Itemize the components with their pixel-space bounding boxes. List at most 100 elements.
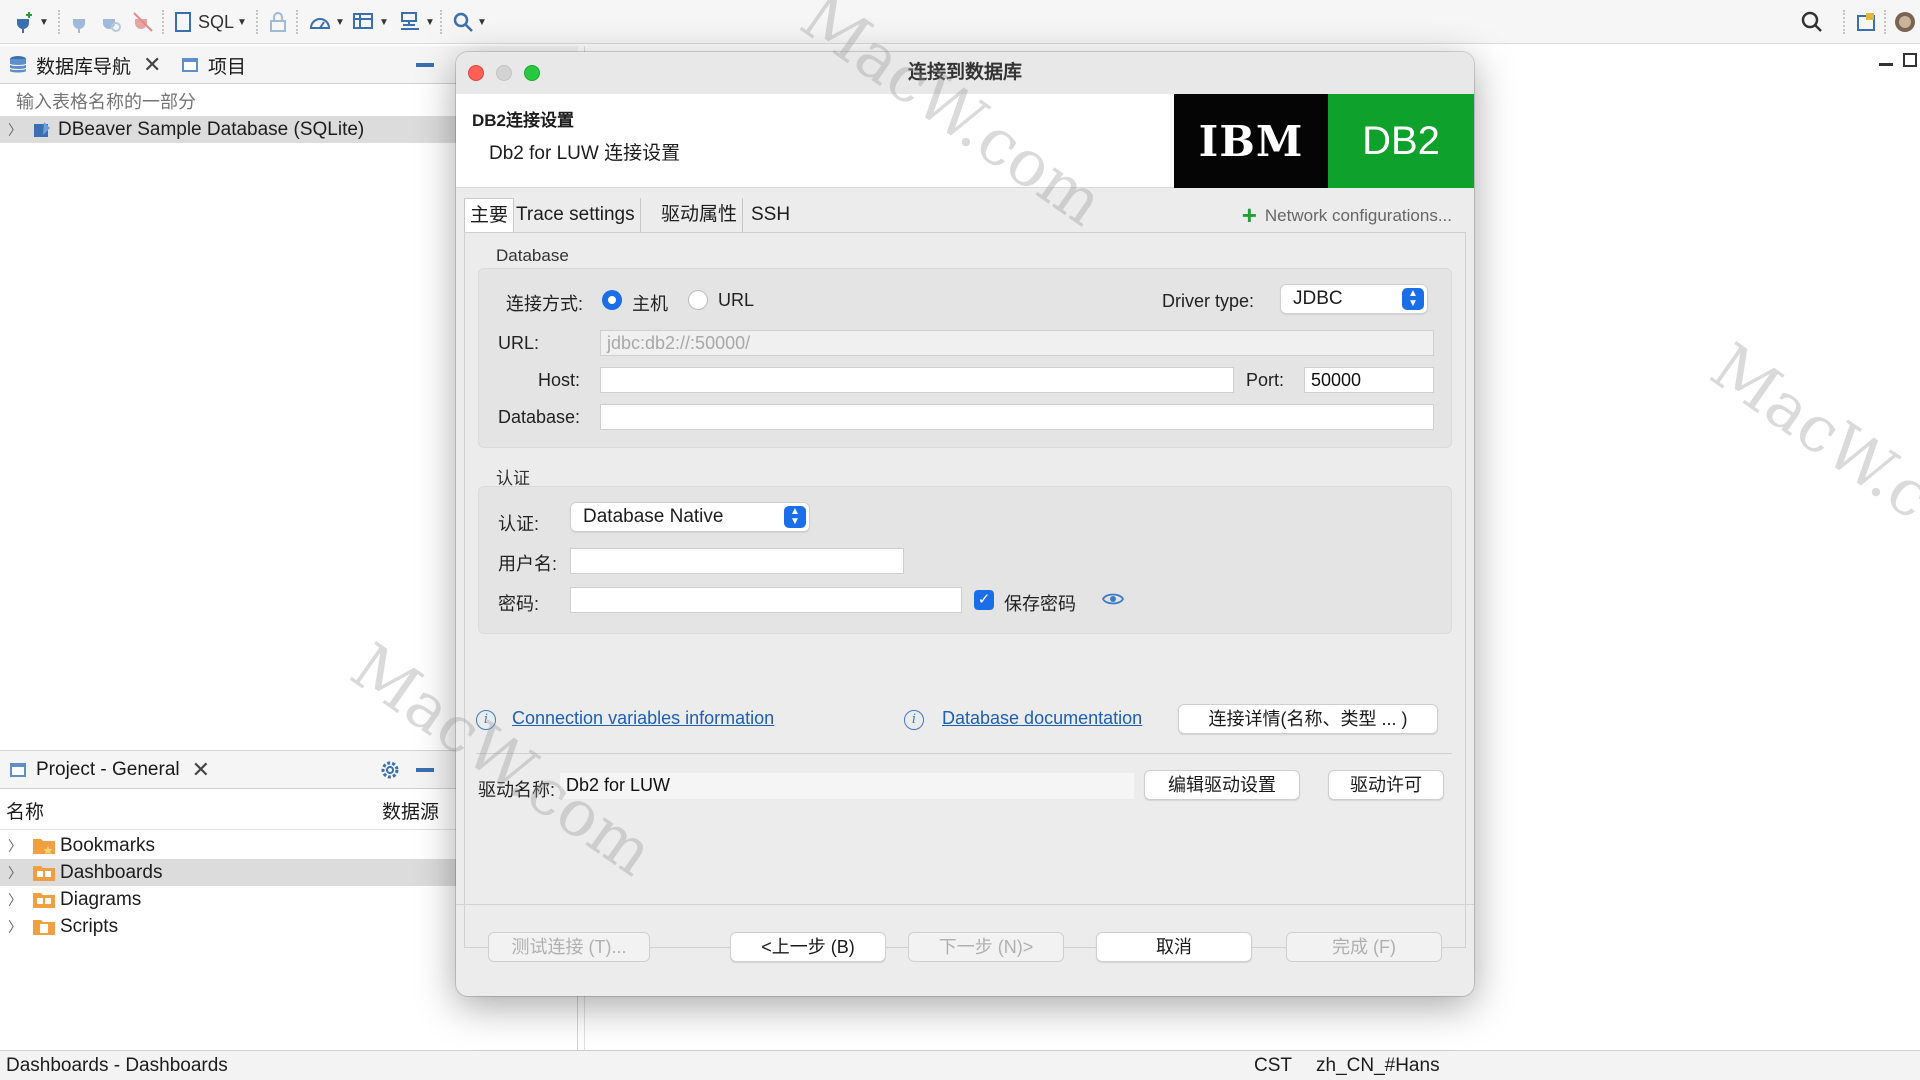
header-subtitle: Db2 for LUW 连接设置	[489, 143, 681, 164]
sql-editor-button[interactable]: SQL ▼	[174, 8, 247, 36]
new-connection-button[interactable]: ▼	[12, 8, 49, 36]
tab-projects[interactable]: 项目	[180, 50, 246, 80]
chevron-down-icon: ▼	[335, 16, 345, 28]
password-field[interactable]	[570, 587, 962, 613]
gear-icon	[381, 761, 399, 779]
status-timezone: CST	[1254, 1055, 1292, 1076]
chevron-right-icon[interactable]: 〉	[6, 120, 24, 140]
next-button[interactable]: 下一步 (N)>	[908, 932, 1064, 962]
chevron-right-icon[interactable]: 〉	[6, 917, 24, 937]
network-configurations-button[interactable]: + Network configurations...	[1242, 198, 1452, 232]
settings-button[interactable]	[378, 755, 402, 785]
dbeaver-perspective-button[interactable]	[1894, 8, 1916, 36]
close-icon[interactable]: ✕	[192, 757, 210, 783]
tab-main[interactable]: 主要	[464, 198, 515, 232]
group-label-database: Database	[496, 246, 569, 265]
minimize-panel-button[interactable]	[414, 50, 436, 80]
tab-ssh[interactable]: SSH	[746, 198, 795, 232]
minimize-panel-button[interactable]	[414, 755, 436, 785]
toolbar-divider	[440, 10, 442, 34]
radio-host-label[interactable]: 主机	[632, 290, 668, 316]
username-field[interactable]	[570, 548, 904, 574]
chevron-right-icon[interactable]: 〉	[6, 863, 24, 883]
radio-url-label[interactable]: URL	[718, 290, 754, 311]
zoom-window-button[interactable]	[524, 65, 540, 81]
port-field[interactable]: 50000	[1304, 367, 1434, 393]
lock-button[interactable]	[268, 8, 288, 36]
dashboard-button[interactable]: ▼	[308, 8, 345, 36]
tab-label: Project - General	[36, 759, 180, 780]
url-field[interactable]: jdbc:db2://:50000/	[600, 330, 1434, 356]
database-field[interactable]	[600, 404, 1434, 430]
radio-url[interactable]	[688, 290, 708, 310]
ibm-logo: IBM	[1174, 94, 1328, 188]
show-password-button[interactable]	[1101, 590, 1125, 614]
chevron-updown-icon: ▲ ▼	[1402, 288, 1424, 310]
auth-select[interactable]: Database Native ▲ ▼	[570, 502, 810, 532]
transaction-button[interactable]: ▼	[398, 8, 435, 36]
close-icon[interactable]: ✕	[143, 52, 161, 78]
toolbar-divider	[1843, 10, 1845, 34]
close-window-button[interactable]	[468, 65, 484, 81]
connect-mode-label: 连接方式:	[506, 294, 584, 314]
tab-project-general[interactable]: Project - General ✕	[8, 755, 210, 785]
test-connection-button[interactable]: 测试连接 (T)...	[488, 932, 650, 962]
tab-driver-properties[interactable]: 驱动属性	[656, 198, 744, 232]
maximize-editor-button[interactable]	[1902, 52, 1918, 74]
minimize-editor-button[interactable]	[1878, 54, 1894, 76]
connection-details-button[interactable]: 连接详情(名称、类型 ... )	[1178, 704, 1438, 734]
auth-value: Database Native	[583, 506, 724, 527]
column-header-name[interactable]: 名称	[6, 797, 44, 827]
chevron-right-icon[interactable]: 〉	[6, 890, 24, 910]
script-folder-icon	[33, 919, 55, 935]
table-icon	[353, 13, 373, 29]
dialog-titlebar: 连接到数据库	[456, 52, 1474, 94]
search-dropdown-button[interactable]: ▼	[452, 8, 487, 36]
search-icon	[453, 12, 473, 32]
driver-name-field[interactable]: Db2 for LUW	[560, 773, 1134, 799]
global-search-button[interactable]	[1800, 8, 1824, 36]
host-field[interactable]	[600, 367, 1234, 393]
driver-type-select[interactable]: JDBC ▲ ▼	[1280, 284, 1428, 314]
sql-file-icon	[175, 12, 191, 32]
connection-variables-link[interactable]: Connection variables information	[512, 708, 774, 729]
tab-label: 项目	[208, 56, 247, 78]
cancel-button[interactable]: 取消	[1096, 932, 1252, 962]
minimize-icon	[416, 63, 434, 67]
toolbar-divider	[58, 10, 60, 34]
connect-button[interactable]	[70, 8, 90, 36]
gauge-icon	[309, 18, 331, 29]
minimize-window-button[interactable]	[496, 65, 512, 81]
project-window-icon	[182, 58, 198, 72]
back-button[interactable]: <上一步 (B)	[730, 932, 886, 962]
toolbar-divider	[256, 10, 258, 34]
save-password-checkbox[interactable]: ✓	[974, 590, 994, 610]
perspective-button[interactable]	[1855, 8, 1877, 36]
disconnect-button[interactable]	[132, 8, 154, 36]
chevron-right-icon[interactable]: 〉	[6, 836, 24, 856]
save-password-label[interactable]: 保存密码	[1004, 590, 1076, 616]
commit-mode-button[interactable]: ▼	[352, 8, 389, 36]
database-documentation-link[interactable]: Database documentation	[942, 708, 1142, 729]
driver-license-button[interactable]: 驱动许可	[1328, 770, 1444, 800]
password-label: 密码:	[498, 594, 540, 614]
host-label: Host:	[538, 370, 581, 390]
driver-type-value: JDBC	[1293, 288, 1343, 309]
database-label: Database:	[498, 407, 581, 427]
tree-item-label: Scripts	[60, 915, 119, 937]
minimize-icon	[416, 768, 434, 772]
bookmark-folder-icon	[33, 838, 55, 854]
tree-item-label: Bookmarks	[60, 834, 156, 856]
plug-plus-icon	[17, 12, 32, 33]
minimize-icon	[1879, 63, 1893, 66]
plug-icon	[73, 13, 85, 33]
tab-trace-settings[interactable]: Trace settings	[511, 198, 641, 232]
tree-item-label: Dashboards	[60, 861, 163, 883]
finish-button[interactable]: 完成 (F)	[1286, 932, 1442, 962]
edit-driver-settings-button[interactable]: 编辑驱动设置	[1144, 770, 1300, 800]
column-header-datasource[interactable]: 数据源	[382, 797, 439, 827]
radio-host[interactable]	[602, 290, 622, 310]
reconnect-button[interactable]	[100, 8, 122, 36]
tab-database-navigator[interactable]: 数据库导航 ✕	[8, 50, 161, 80]
eye-icon	[1101, 593, 1125, 605]
